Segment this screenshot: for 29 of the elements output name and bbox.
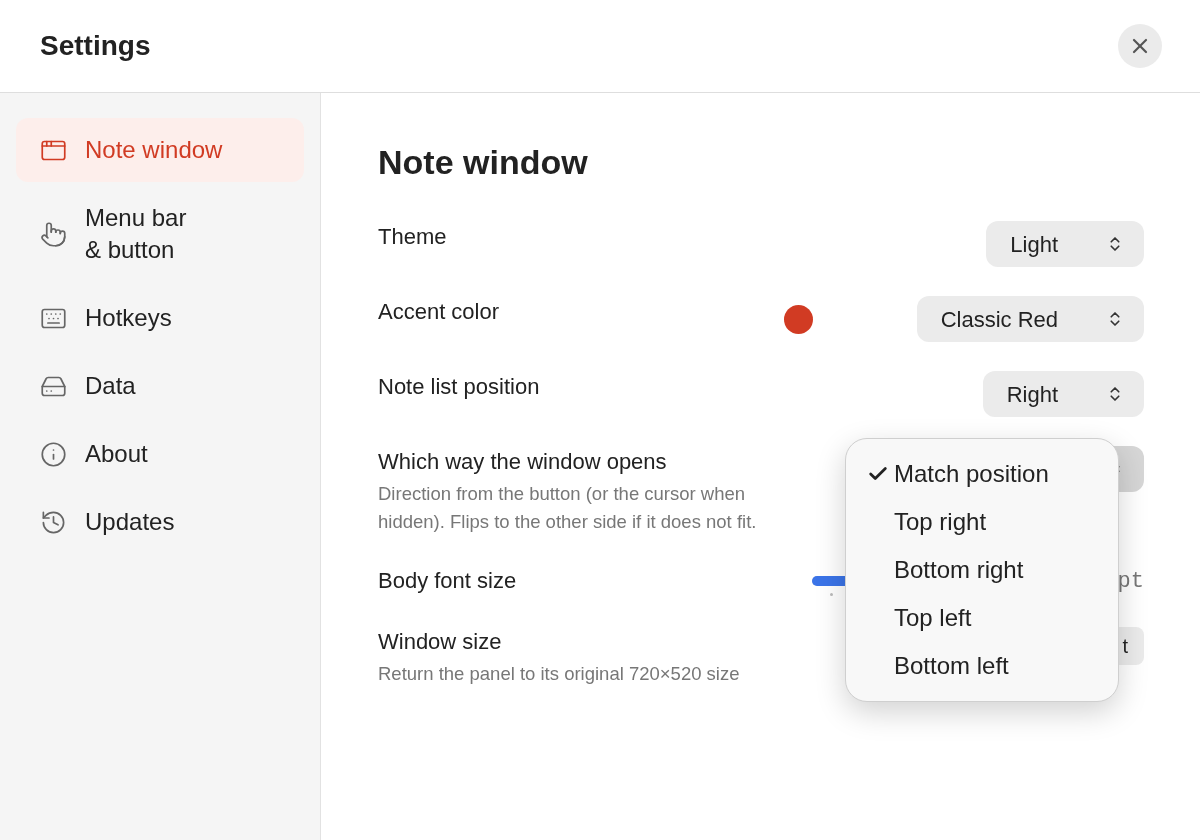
page-title: Note window	[378, 142, 589, 182]
window-title: Settings	[40, 29, 151, 63]
dropdown-select[interactable]: Light	[986, 221, 1144, 267]
sidebar-item[interactable]: Menu bar & button	[16, 186, 304, 282]
info-icon	[40, 440, 67, 468]
close-button[interactable]	[1118, 24, 1162, 68]
setting-description: Direction from the button (or the cursor when hidden). Flips to the other side if it does not fit.	[378, 482, 758, 534]
menu-item[interactable]: Top right	[846, 498, 1118, 546]
sidebar-item[interactable]: Data	[16, 354, 304, 418]
setting-label: Accent color	[378, 298, 500, 326]
dropdown-select[interactable]: Classic Red	[916, 296, 1144, 342]
setting-label: Which way the window opens	[378, 448, 668, 476]
menu-item[interactable]: Top left	[846, 594, 1118, 642]
menu-item[interactable]: Match position	[846, 450, 1118, 498]
sidebar-item[interactable]: Hotkeys	[16, 286, 304, 350]
menu-item[interactable]: Bottom left	[846, 642, 1118, 690]
menu-item[interactable]: Bottom right	[846, 546, 1118, 594]
sidebar-item[interactable]: Updates	[16, 490, 304, 554]
slider-reading: pt	[1117, 567, 1144, 596]
tick-mark	[829, 593, 833, 596]
sidebar-item[interactable]: Note window	[16, 118, 304, 182]
setting-label: Window size	[378, 628, 503, 656]
dropdown-select[interactable]: Right	[982, 371, 1144, 417]
setting-label: Body font size	[378, 567, 517, 595]
setting-description: Return the panel to its original 720×520 size	[378, 662, 740, 686]
hand-pointer-icon	[40, 220, 67, 248]
sidebar-item[interactable]: About	[16, 422, 304, 486]
setting-label: Theme	[378, 223, 447, 251]
setting-label: Note list position	[378, 373, 540, 401]
